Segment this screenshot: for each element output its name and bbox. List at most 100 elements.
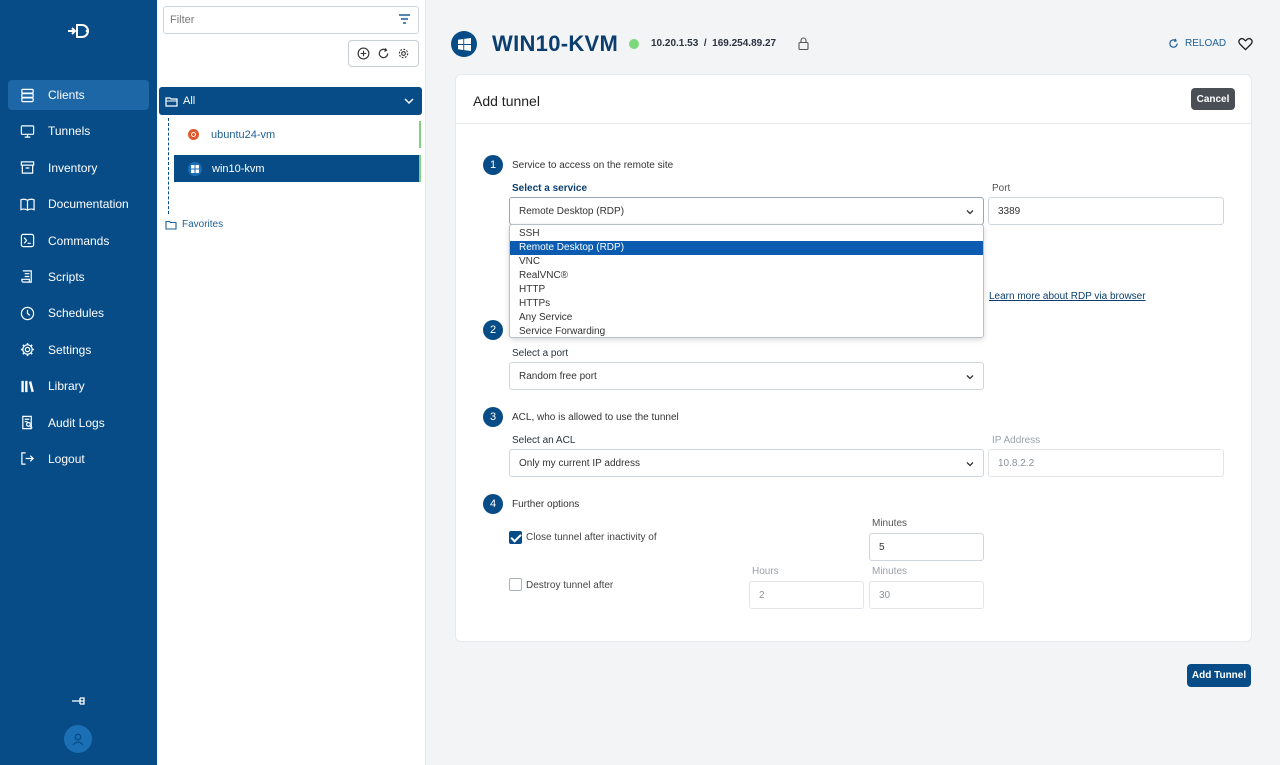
gear-icon[interactable] bbox=[397, 47, 410, 60]
port-input[interactable]: 3389 bbox=[988, 197, 1224, 225]
app-logo-icon[interactable] bbox=[66, 22, 90, 40]
filter-icon[interactable] bbox=[398, 13, 411, 25]
windows-os-icon bbox=[451, 31, 477, 57]
dropdown-option-rdp[interactable]: Remote Desktop (RDP) bbox=[510, 241, 983, 255]
minutes-label-2: Minutes bbox=[872, 566, 908, 577]
destroy-hours-input[interactable]: 2 bbox=[749, 581, 864, 609]
step-1-label: Service to access on the remote site bbox=[512, 160, 674, 171]
tree-client-item[interactable]: ubuntu24-vm bbox=[174, 121, 421, 148]
port-select[interactable]: Random free port bbox=[509, 362, 984, 390]
service-dropdown-menu: SSH Remote Desktop (RDP) VNC RealVNC® HT… bbox=[509, 224, 984, 338]
chevron-down-icon bbox=[966, 210, 974, 215]
nav-item-library[interactable]: Library bbox=[8, 371, 149, 401]
dropdown-option-any-service[interactable]: Any Service bbox=[510, 311, 983, 325]
cancel-button[interactable]: Cancel bbox=[1191, 88, 1235, 110]
nav-item-inventory[interactable]: Inventory bbox=[8, 153, 149, 183]
reload-button[interactable]: RELOAD bbox=[1168, 38, 1226, 49]
card-title: Add tunnel bbox=[473, 93, 540, 109]
hours-label: Hours bbox=[752, 566, 779, 577]
script-icon bbox=[21, 270, 32, 284]
dropdown-option-realvnc[interactable]: RealVNC® bbox=[510, 269, 983, 283]
dropdown-option-https[interactable]: HTTPs bbox=[510, 297, 983, 311]
service-select[interactable]: Remote Desktop (RDP) bbox=[509, 197, 984, 225]
port-label: Port bbox=[992, 183, 1011, 194]
step-3-label: ACL, who is allowed to use the tunnel bbox=[512, 412, 679, 423]
nav-item-scripts[interactable]: Scripts bbox=[8, 262, 149, 292]
dropdown-option-ssh[interactable]: SSH bbox=[510, 227, 983, 241]
terminal-icon bbox=[20, 233, 35, 248]
clock-icon bbox=[20, 306, 35, 321]
port-select-value: Random free port bbox=[519, 370, 597, 382]
nav-label: Settings bbox=[48, 342, 92, 357]
refresh-icon[interactable] bbox=[377, 47, 390, 60]
library-icon bbox=[21, 380, 34, 392]
nav-label: Inventory bbox=[48, 160, 98, 175]
learn-more-link[interactable]: Learn more about RDP via browser bbox=[989, 291, 1146, 302]
tree-client-item-selected[interactable]: win10-kvm bbox=[174, 155, 421, 182]
acl-select-value: Only my current IP address bbox=[519, 457, 640, 469]
refresh-icon bbox=[1169, 38, 1178, 48]
ubuntu-icon bbox=[188, 129, 199, 140]
client-name: ubuntu24-vm bbox=[211, 128, 276, 141]
main-nav: Clients Tunnels Inventory Documentation … bbox=[8, 80, 149, 480]
add-tunnel-button[interactable]: Add Tunnel bbox=[1187, 664, 1251, 687]
nav-label: Tunnels bbox=[48, 124, 91, 139]
nav-item-clients[interactable]: Clients bbox=[8, 80, 149, 110]
audit-icon bbox=[22, 415, 33, 430]
acl-select[interactable]: Only my current IP address bbox=[509, 449, 984, 477]
chevron-down-icon bbox=[966, 375, 974, 380]
nav-label: Scripts bbox=[48, 269, 85, 284]
inactivity-minutes-input[interactable]: 5 bbox=[869, 533, 984, 561]
tree-favorites[interactable]: Favorites bbox=[165, 219, 223, 230]
dropdown-option-vnc[interactable]: VNC bbox=[510, 255, 983, 269]
logout-icon bbox=[21, 452, 34, 466]
destroy-tunnel-checkbox[interactable] bbox=[509, 578, 522, 591]
close-tunnel-checkbox[interactable] bbox=[509, 531, 522, 544]
step-1-badge: 1 bbox=[483, 155, 503, 175]
page-title: WIN10-KVM bbox=[492, 31, 619, 56]
nav-item-settings[interactable]: Settings bbox=[8, 335, 149, 365]
step-3-badge: 3 bbox=[483, 407, 503, 427]
nav-item-logout[interactable]: Logout bbox=[8, 444, 149, 474]
add-circle-icon[interactable] bbox=[357, 47, 370, 60]
monitor-icon bbox=[20, 125, 35, 138]
client-ip-addresses: 10.20.1.53 / 169.254.89.27 bbox=[651, 38, 777, 49]
port-input-value: 3389 bbox=[998, 205, 1021, 217]
user-icon bbox=[72, 733, 84, 746]
divider bbox=[456, 123, 1251, 124]
step-4-label: Further options bbox=[512, 499, 580, 510]
tree-toolbar bbox=[348, 40, 419, 67]
collapse-sidebar-icon[interactable] bbox=[71, 694, 85, 708]
avatar[interactable] bbox=[64, 725, 92, 753]
archive-icon bbox=[20, 161, 35, 175]
nav-item-audit-logs[interactable]: Audit Logs bbox=[8, 408, 149, 438]
tree-group-label: All bbox=[183, 95, 196, 107]
chevron-down-icon[interactable] bbox=[404, 96, 414, 106]
destroy-minutes-value: 30 bbox=[879, 589, 891, 601]
destroy-hours-value: 2 bbox=[759, 589, 765, 601]
nav-item-tunnels[interactable]: Tunnels bbox=[8, 116, 149, 146]
minutes-label: Minutes bbox=[872, 518, 908, 529]
nav-item-commands[interactable]: Commands bbox=[8, 226, 149, 256]
favorite-heart-icon[interactable] bbox=[1238, 37, 1253, 51]
lock-icon[interactable] bbox=[798, 37, 809, 50]
dropdown-option-http[interactable]: HTTP bbox=[510, 283, 983, 297]
nav-item-schedules[interactable]: Schedules bbox=[8, 298, 149, 328]
nav-label: Commands bbox=[48, 233, 110, 248]
dropdown-option-service-forwarding[interactable]: Service Forwarding bbox=[510, 325, 983, 339]
tree-group-all[interactable]: All bbox=[159, 87, 422, 115]
nav-label: Documentation bbox=[48, 197, 129, 212]
ip-address-input[interactable]: 10.8.2.2 bbox=[988, 449, 1224, 477]
filter-input[interactable] bbox=[163, 6, 419, 34]
status-online-indicator bbox=[629, 39, 639, 49]
folder-open-icon bbox=[165, 96, 178, 107]
client-name: win10-kvm bbox=[212, 162, 265, 175]
nav-item-documentation[interactable]: Documentation bbox=[8, 189, 149, 219]
destroy-minutes-input[interactable]: 30 bbox=[869, 581, 984, 609]
chevron-down-icon bbox=[966, 462, 974, 467]
server-icon bbox=[21, 88, 34, 102]
windows-icon bbox=[188, 161, 202, 176]
book-icon bbox=[20, 198, 35, 211]
step-4-badge: 4 bbox=[483, 494, 503, 514]
port-select-label: Select a port bbox=[512, 348, 569, 359]
